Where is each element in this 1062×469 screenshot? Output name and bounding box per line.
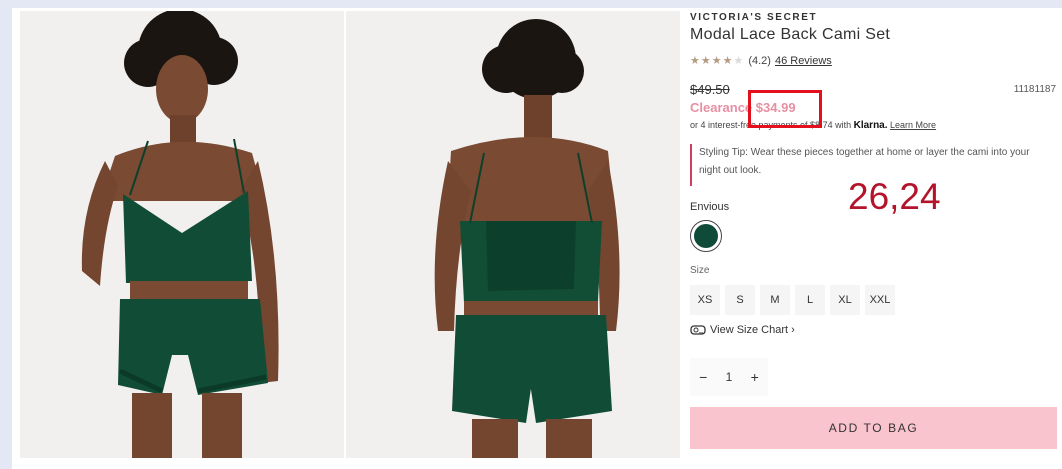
original-price: $49.50 — [690, 82, 730, 97]
product-sku: 11181187 — [1013, 84, 1056, 95]
product-image-front[interactable] — [20, 11, 344, 458]
annotation-text: 26,24 — [848, 176, 941, 217]
product-title: Modal Lace Back Cami Set — [690, 26, 891, 43]
model-front-illustration — [20, 11, 344, 458]
brand-name: VICTORIA'S SECRET — [690, 12, 818, 23]
size-option-s[interactable]: S — [725, 285, 755, 315]
color-swatch-fill — [694, 224, 718, 248]
size-options: XS S M L XL XXL — [690, 285, 895, 315]
clearance-label: Clearance — [690, 100, 753, 115]
size-option-l[interactable]: L — [795, 285, 825, 315]
size-option-xxl[interactable]: XXL — [865, 285, 895, 315]
color-swatch-selected[interactable] — [690, 220, 722, 252]
size-chart-label: View Size Chart › — [710, 324, 795, 336]
qty-increase-button[interactable]: + — [751, 369, 759, 385]
size-option-xl[interactable]: XL — [830, 285, 860, 315]
product-info-panel: VICTORIA'S SECRET Modal Lace Back Cami S… — [690, 8, 1062, 469]
learn-more-link[interactable]: Learn More — [890, 120, 936, 130]
price-highlight-box — [748, 90, 822, 128]
model-back-illustration — [346, 11, 680, 458]
reviews-link[interactable]: 46 Reviews — [775, 55, 832, 67]
qty-value: 1 — [725, 370, 733, 384]
rating-row: ★★★★★ (4.2) 46 Reviews — [690, 54, 832, 68]
size-option-xs[interactable]: XS — [690, 285, 720, 315]
size-option-m[interactable]: M — [760, 285, 790, 315]
measuring-tape-icon — [690, 325, 706, 335]
product-page: VICTORIA'S SECRET Modal Lace Back Cami S… — [12, 8, 1062, 469]
size-chart-link[interactable]: View Size Chart › — [690, 324, 795, 336]
rating-value: (4.2) — [748, 54, 771, 67]
color-name: Envious — [690, 201, 730, 213]
product-image-back[interactable] — [346, 11, 680, 458]
qty-decrease-button[interactable]: − — [699, 369, 707, 385]
klarna-logo: Klarna. — [853, 120, 888, 131]
add-to-bag-button[interactable]: ADD TO BAG — [690, 407, 1057, 449]
size-label: Size — [690, 265, 710, 276]
quantity-stepper: − 1 + — [690, 358, 768, 396]
rating-stars-icon: ★★★★★ — [690, 55, 745, 67]
